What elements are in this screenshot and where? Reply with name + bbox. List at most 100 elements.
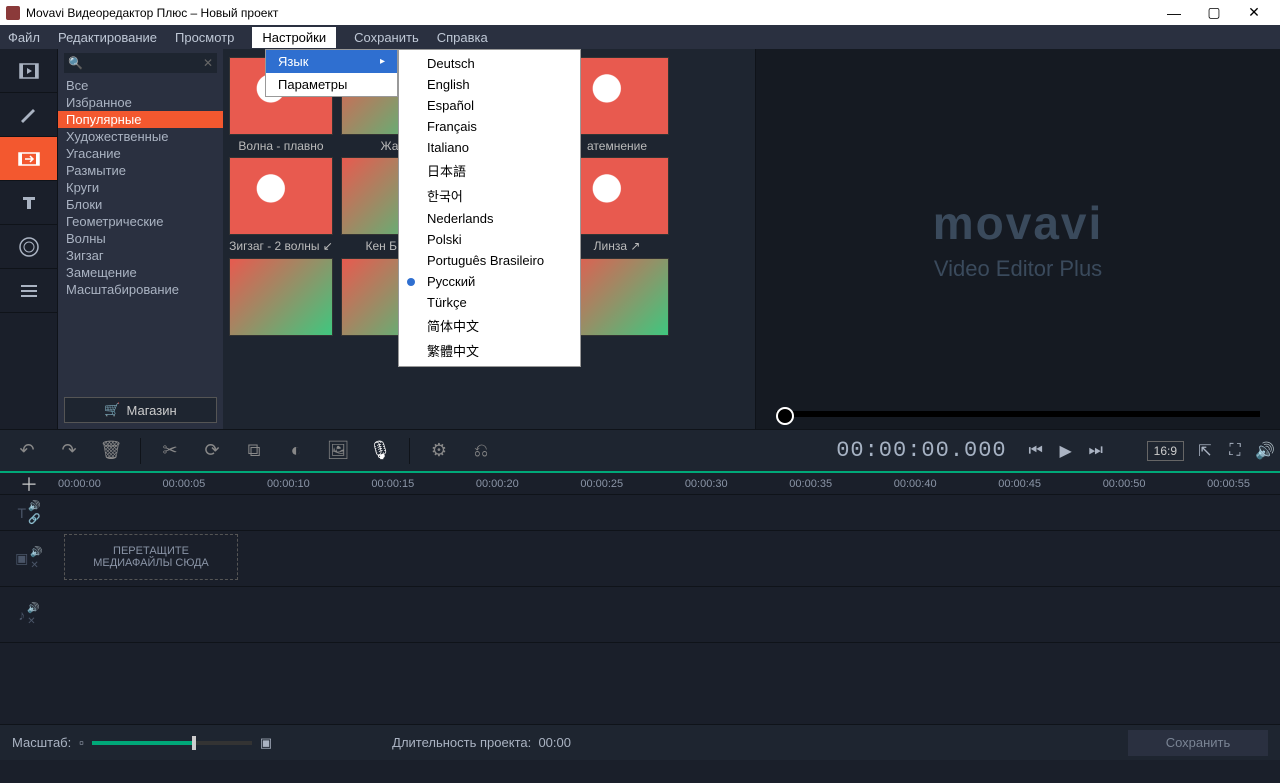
time-ruler[interactable]: ＋ 00:00:00 00:00:05 00:00:10 00:00:15 00… [0, 473, 1280, 495]
media-dropzone[interactable]: ПЕРЕТАЩИТЕ МЕДИАФАЙЛЫ СЮДА [64, 534, 238, 580]
category-item[interactable]: Масштабирование [58, 281, 223, 298]
color-button[interactable]: ◐ [279, 434, 313, 468]
lang-option[interactable]: 한국어 [399, 183, 580, 208]
prev-frame-button[interactable]: ⏮ [1021, 436, 1051, 466]
settings-gear-button[interactable]: ⚙ [422, 434, 456, 468]
shop-button[interactable]: 🛒 Магазин [64, 397, 217, 423]
category-item[interactable]: Замещение [58, 264, 223, 281]
text-track-icon: T [17, 505, 26, 521]
lang-option[interactable]: Deutsch [399, 53, 580, 74]
preview-scrubber[interactable] [776, 411, 1260, 417]
lang-option[interactable]: Español [399, 95, 580, 116]
lang-option[interactable]: English [399, 74, 580, 95]
edit-toolbar: ↶ ↷ 🗑 ✂ ⟳ ⧉ ◐ 🖼 🎙 ⚙ ⎌ 00:00:00.000 ⏮ ▶ ⏭… [0, 429, 1280, 471]
duration-value: 00:00 [538, 735, 571, 750]
tool-rail [0, 49, 58, 429]
window-titlebar: Movavi Видеоредактор Плюс – Новый проект… [0, 0, 1280, 25]
close-button[interactable]: ✕ [1234, 4, 1274, 21]
lang-option[interactable]: Türkçe [399, 292, 580, 313]
category-item[interactable]: Угасание [58, 145, 223, 162]
cut-button[interactable]: ✂ [153, 434, 187, 468]
window-title: Movavi Видеоредактор Плюс – Новый проект [26, 6, 278, 20]
delete-button[interactable]: 🗑 [94, 434, 128, 468]
category-item[interactable]: Зигзаг [58, 247, 223, 264]
submenu-arrow-icon: ▸ [380, 56, 385, 67]
undo-button[interactable]: ↶ [10, 434, 44, 468]
redo-button[interactable]: ↷ [52, 434, 86, 468]
category-item[interactable]: Волны [58, 230, 223, 247]
mic-button[interactable]: 🎙 [363, 434, 397, 468]
category-item[interactable]: Круги [58, 179, 223, 196]
lang-option[interactable]: Português Brasileiro [399, 250, 580, 271]
fullscreen-button[interactable]: ⛶ [1220, 436, 1250, 466]
category-item[interactable]: Популярные [58, 111, 223, 128]
category-item[interactable]: Размытие [58, 162, 223, 179]
maximize-button[interactable]: ▢ [1194, 4, 1234, 21]
menu-file[interactable]: Файл [8, 30, 40, 45]
menu-view[interactable]: Просмотр [175, 30, 234, 45]
category-list: Все Избранное Популярные Художественные … [58, 75, 223, 391]
rail-transitions-button[interactable] [0, 137, 57, 181]
preview-panel: movavi Video Editor Plus [755, 49, 1280, 429]
menu-bar: Файл Редактирование Просмотр Настройки С… [0, 25, 1280, 49]
selected-dot-icon [407, 278, 415, 286]
add-track-button[interactable]: ＋ [0, 471, 58, 497]
rail-titles-button[interactable] [0, 181, 57, 225]
clear-search-icon[interactable]: ✕ [203, 56, 213, 70]
category-item[interactable]: Блоки [58, 196, 223, 213]
lang-option-selected[interactable]: Русский [399, 271, 580, 292]
timecode-display: 00:00:00.000 [836, 438, 1006, 463]
cart-icon: 🛒 [104, 402, 120, 418]
next-frame-button[interactable]: ⏭ [1081, 436, 1111, 466]
category-item[interactable]: Избранное [58, 94, 223, 111]
transition-thumb[interactable]: Зигзаг - 2 волны ↙ [227, 157, 335, 253]
lang-option[interactable]: 繁體中文 [399, 338, 580, 363]
rail-more-button[interactable] [0, 269, 57, 313]
language-dropdown: Deutsch English Español Français Italian… [398, 49, 581, 367]
menu-save[interactable]: Сохранить [354, 30, 419, 45]
lang-option[interactable]: Italiano [399, 137, 580, 158]
lang-option[interactable]: Nederlands [399, 208, 580, 229]
transition-thumb[interactable] [227, 258, 335, 336]
lang-option[interactable]: Français [399, 116, 580, 137]
lang-option[interactable]: Polski [399, 229, 580, 250]
aspect-ratio-button[interactable]: 16:9 [1147, 441, 1184, 461]
video-track[interactable]: ▣🔊✕ ПЕРЕТАЩИТЕ МЕДИАФАЙЛЫ СЮДА [0, 531, 1280, 587]
category-item[interactable]: Все [58, 77, 223, 94]
menu-language[interactable]: Язык ▸ [266, 50, 397, 73]
zoom-fit-icon[interactable]: ▣ [260, 735, 272, 751]
rotate-button[interactable]: ⟳ [195, 434, 229, 468]
menu-settings[interactable]: Настройки [252, 27, 336, 48]
rail-media-button[interactable] [0, 49, 57, 93]
minimize-button[interactable]: — [1154, 5, 1194, 21]
category-search[interactable]: 🔍 ✕ [64, 53, 217, 73]
play-button[interactable]: ▶ [1051, 436, 1081, 466]
zoom-slider[interactable] [92, 741, 252, 745]
lang-option[interactable]: 简体中文 [399, 313, 580, 338]
category-panel: 🔍 ✕ Все Избранное Популярные Художествен… [58, 49, 223, 429]
search-icon: 🔍 [68, 56, 83, 70]
title-track[interactable]: T🔊🔗 [0, 495, 1280, 531]
rail-filters-button[interactable] [0, 93, 57, 137]
category-item[interactable]: Художественные [58, 128, 223, 145]
zoom-label: Масштаб: [12, 735, 71, 750]
crop-button[interactable]: ⧉ [237, 434, 271, 468]
menu-edit[interactable]: Редактирование [58, 30, 157, 45]
shop-label: Магазин [127, 403, 177, 418]
save-button[interactable]: Сохранить [1128, 730, 1268, 756]
settings-dropdown: Язык ▸ Параметры [265, 49, 398, 97]
app-logo-icon [6, 6, 20, 20]
category-item[interactable]: Геометрические [58, 213, 223, 230]
zoom-out-icon[interactable]: ▫ [79, 735, 84, 750]
menu-parameters[interactable]: Параметры [266, 73, 397, 96]
audio-track[interactable]: ♪🔊✕ [0, 587, 1280, 643]
rail-stickers-button[interactable] [0, 225, 57, 269]
image-button[interactable]: 🖼 [321, 434, 355, 468]
menu-help[interactable]: Справка [437, 30, 488, 45]
lang-option[interactable]: 日本語 [399, 158, 580, 183]
volume-button[interactable]: 🔊 [1250, 436, 1280, 466]
popout-button[interactable]: ⇱ [1190, 436, 1220, 466]
duration-label: Длительность проекта: [392, 735, 531, 750]
equalizer-button[interactable]: ⎌ [464, 434, 498, 468]
audio-track-icon: ♪ [18, 607, 25, 623]
